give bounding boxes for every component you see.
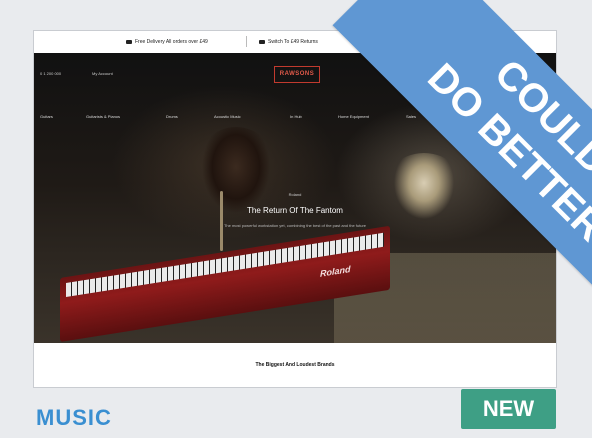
returns-promo: Switch To £49 Returns	[259, 39, 318, 45]
delivery-promo: Free Delivery All orders over £49	[126, 39, 208, 45]
hero-title: The Return Of The Fantom	[247, 206, 343, 215]
producer-figure	[379, 153, 469, 283]
truck-icon	[126, 39, 132, 44]
nav-item[interactable]: Guitarists & Pianos	[86, 114, 120, 119]
nav-item[interactable]: Sales	[406, 114, 416, 119]
promo-divider	[246, 36, 247, 47]
nav-item[interactable]: Acoustic Music	[214, 114, 241, 119]
chain-necklace	[220, 191, 223, 251]
phone-number[interactable]: 0 1 200 000	[40, 71, 61, 76]
site-logo[interactable]: RAWSONS	[274, 66, 320, 83]
nav-item[interactable]: Guitars	[40, 114, 53, 119]
returns-icon	[259, 39, 265, 44]
keyboard-brand-label: Roland	[320, 263, 351, 279]
nav-item[interactable]: Home Equipment	[338, 114, 369, 119]
new-badge: NEW	[461, 389, 556, 429]
account-link[interactable]: My Account	[92, 71, 113, 76]
nav-item[interactable]: In Hub	[290, 114, 302, 119]
example-card: Free Delivery All orders over £49 Switch…	[0, 0, 592, 438]
hero-text: The most powerful workstation yet, combi…	[223, 223, 367, 228]
brands-strip: The Biggest And Loudest Brands	[34, 343, 556, 387]
nav-item[interactable]: Drums	[166, 114, 178, 119]
brands-heading: The Biggest And Loudest Brands	[255, 362, 335, 368]
category-label: MUSIC	[36, 405, 112, 430]
hero-kicker: Roland	[288, 192, 302, 197]
